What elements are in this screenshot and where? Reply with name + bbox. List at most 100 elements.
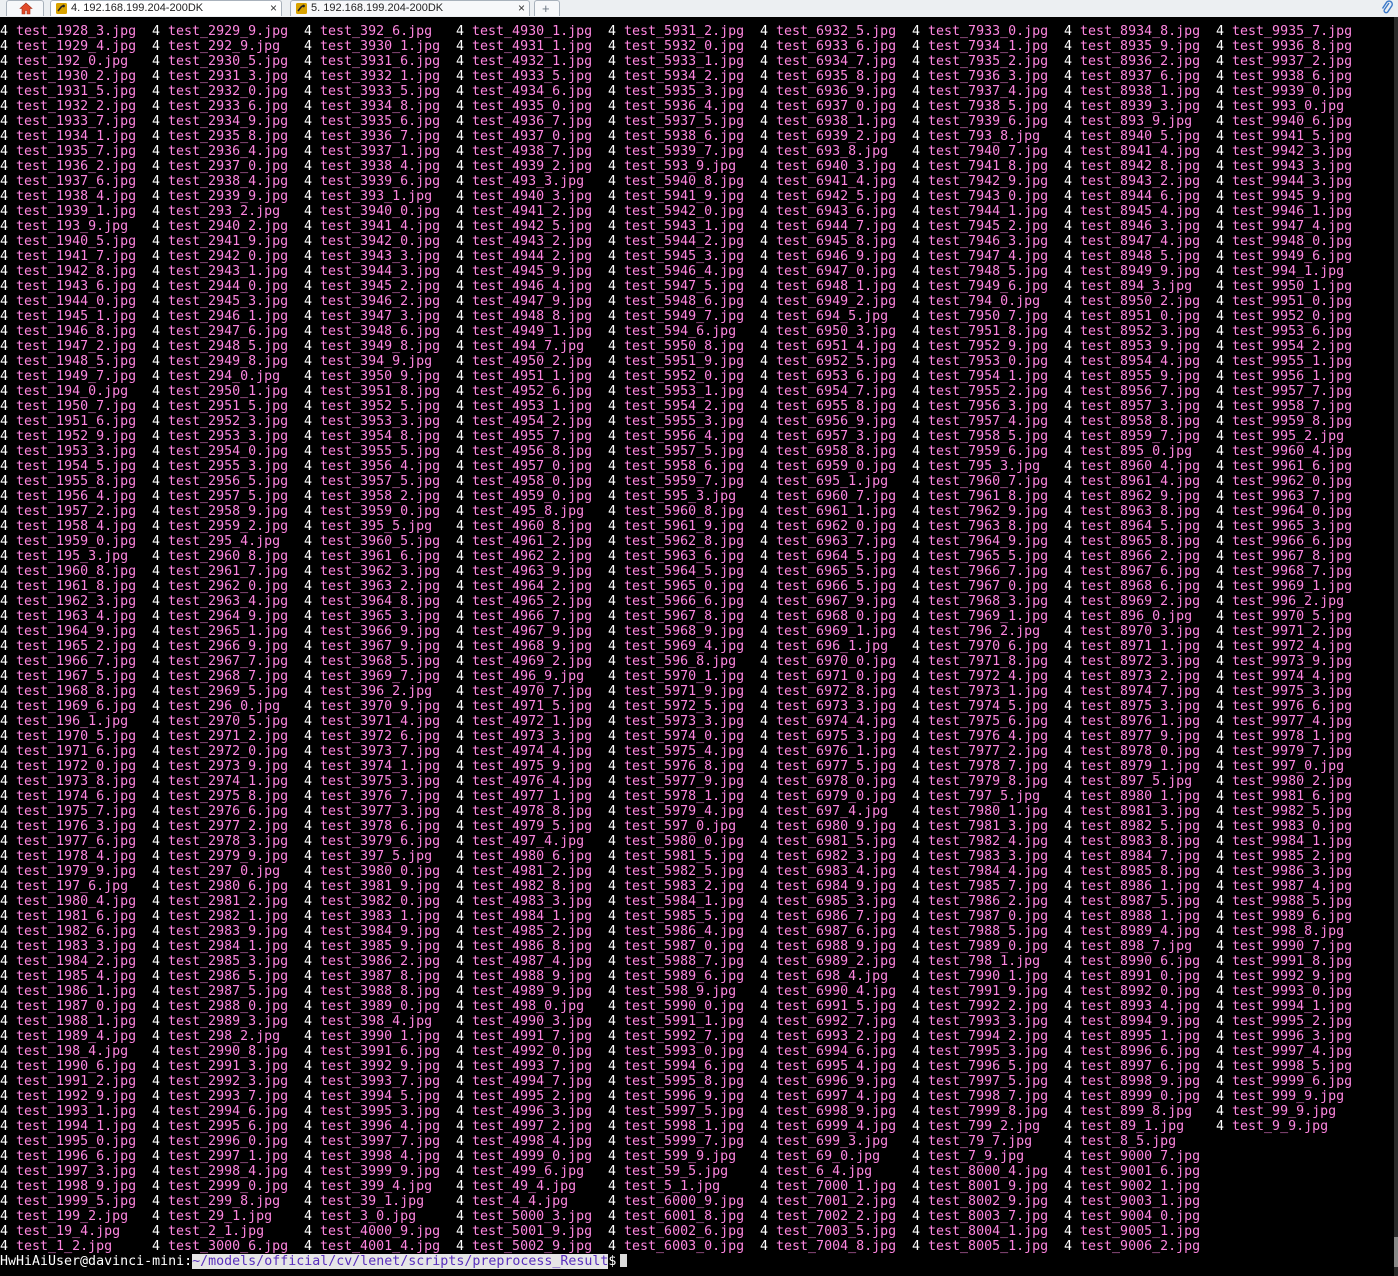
list-item: 4 test_594_6.jpg xyxy=(608,324,760,339)
list-item: 4 test_5965_0.jpg xyxy=(608,579,760,594)
list-item: 4 test_194_0.jpg xyxy=(0,384,152,399)
file-name: test_2953_3.jpg xyxy=(168,429,289,444)
list-item: 4 test_8983_8.jpg xyxy=(1064,834,1216,849)
separator xyxy=(1224,429,1232,444)
file-size: 4 xyxy=(152,669,161,684)
separator xyxy=(312,1119,320,1134)
file-size: 4 xyxy=(456,1029,465,1044)
file-name: test_798_1.jpg xyxy=(928,954,1041,969)
file-name: test_8965_8.jpg xyxy=(1080,534,1201,549)
list-item: 4 test_4945_9.jpg xyxy=(456,264,608,279)
separator xyxy=(920,189,928,204)
file-name: test_1983_3.jpg xyxy=(16,939,137,954)
terminal-output[interactable]: 4 test_1928_3.jpg 4 test_1929_4.jpg 4 test… xyxy=(0,17,1394,1276)
separator xyxy=(464,564,472,579)
file-size: 4 xyxy=(456,429,465,444)
list-item: 4 test_6000_9.jpg xyxy=(608,1194,760,1209)
file-size: 4 xyxy=(760,114,769,129)
separator xyxy=(1072,594,1080,609)
separator xyxy=(464,1014,472,1029)
tab-close-button[interactable]: × xyxy=(270,1,277,16)
separator xyxy=(312,819,320,834)
separator xyxy=(920,579,928,594)
separator xyxy=(8,624,16,639)
separator xyxy=(1072,894,1080,909)
home-tab[interactable] xyxy=(6,0,44,16)
file-name: test_8982_5.jpg xyxy=(1080,819,1201,834)
file-name: test_2974_1.jpg xyxy=(168,774,289,789)
file-size: 4 xyxy=(608,699,617,714)
file-name: test_3970_9.jpg xyxy=(320,699,441,714)
tab-close-button[interactable]: × xyxy=(518,1,525,16)
separator xyxy=(312,639,320,654)
separator xyxy=(920,1119,928,1134)
file-name: test_6985_3.jpg xyxy=(776,894,897,909)
list-item: 4 test_7940_7.jpg xyxy=(912,144,1064,159)
list-item: 4 test_5963_6.jpg xyxy=(608,549,760,564)
session-tab-4[interactable]: 4. 192.168.199.204-200DK × xyxy=(50,0,282,16)
file-name: test_7_9.jpg xyxy=(928,1149,1025,1164)
list-item: 4 test_9935_7.jpg xyxy=(1216,24,1368,39)
file-name: test_7945_2.jpg xyxy=(928,219,1049,234)
separator xyxy=(1072,1239,1080,1254)
file-name: test_797_5.jpg xyxy=(928,789,1041,804)
file-name: test_6993_2.jpg xyxy=(776,1029,897,1044)
file-name: test_9974_4.jpg xyxy=(1232,669,1353,684)
list-item: 4 test_3947_3.jpg xyxy=(304,309,456,324)
file-name: test_2969_5.jpg xyxy=(168,684,289,699)
separator xyxy=(920,654,928,669)
list-item: 4 test_5976_8.jpg xyxy=(608,759,760,774)
new-tab-button[interactable]: + xyxy=(534,0,560,16)
separator xyxy=(160,144,168,159)
file-name: test_2930_5.jpg xyxy=(168,54,289,69)
separator xyxy=(616,474,624,489)
file-name: test_9972_4.jpg xyxy=(1232,639,1353,654)
separator xyxy=(768,609,776,624)
list-item: 4 test_5979_4.jpg xyxy=(608,804,760,819)
file-name: test_3952_5.jpg xyxy=(320,399,441,414)
separator xyxy=(8,714,16,729)
list-item: 4 test_9980_2.jpg xyxy=(1216,774,1368,789)
file-name: test_497_4.jpg xyxy=(472,834,585,849)
file-size: 4 xyxy=(152,894,161,909)
file-size: 4 xyxy=(456,39,465,54)
prompt-symbol: $ xyxy=(608,1254,617,1269)
file-name: test_3972_6.jpg xyxy=(320,729,441,744)
separator xyxy=(160,204,168,219)
scrollbar-thumb[interactable] xyxy=(1394,1237,1398,1267)
separator xyxy=(464,924,472,939)
file-name: test_9936_8.jpg xyxy=(1232,39,1353,54)
file-size: 4 xyxy=(608,1014,617,1029)
file-size: 4 xyxy=(608,1239,617,1254)
file-name: test_4951_1.jpg xyxy=(472,369,593,384)
file-size: 4 xyxy=(760,354,769,369)
session-tab-5[interactable]: 5. 192.168.199.204-200DK × xyxy=(290,0,530,16)
separator xyxy=(1072,1059,1080,1074)
file-name: test_393_1.jpg xyxy=(320,189,433,204)
paperclip-icon[interactable] xyxy=(1380,0,1394,16)
file-name: test_9002_1.jpg xyxy=(1080,1179,1201,1194)
file-name: test_5960_8.jpg xyxy=(624,504,745,519)
file-name: test_4989_9.jpg xyxy=(472,984,593,999)
separator xyxy=(1072,714,1080,729)
list-item: 4 test_1987_0.jpg xyxy=(0,999,152,1014)
file-size: 4 xyxy=(1216,1029,1225,1044)
separator xyxy=(920,1209,928,1224)
list-item: 4 test_9965_3.jpg xyxy=(1216,519,1368,534)
file-size: 4 xyxy=(760,1074,769,1089)
terminal-scrollbar[interactable] xyxy=(1394,17,1398,1276)
file-name: test_8994_9.jpg xyxy=(1080,1014,1201,1029)
separator xyxy=(768,864,776,879)
list-item: 4 test_4984_1.jpg xyxy=(456,909,608,924)
list-item: 4 test_5971_9.jpg xyxy=(608,684,760,699)
file-size: 4 xyxy=(1216,909,1225,924)
file-size: 4 xyxy=(456,714,465,729)
list-item: 4 test_5960_8.jpg xyxy=(608,504,760,519)
list-item: 4 test_6976_1.jpg xyxy=(760,744,912,759)
file-size: 4 xyxy=(760,684,769,699)
list-item: 4 test_7978_7.jpg xyxy=(912,759,1064,774)
file-name: test_6963_7.jpg xyxy=(776,534,897,549)
separator xyxy=(464,69,472,84)
separator xyxy=(312,894,320,909)
list-item: 4 test_1933_7.jpg xyxy=(0,114,152,129)
